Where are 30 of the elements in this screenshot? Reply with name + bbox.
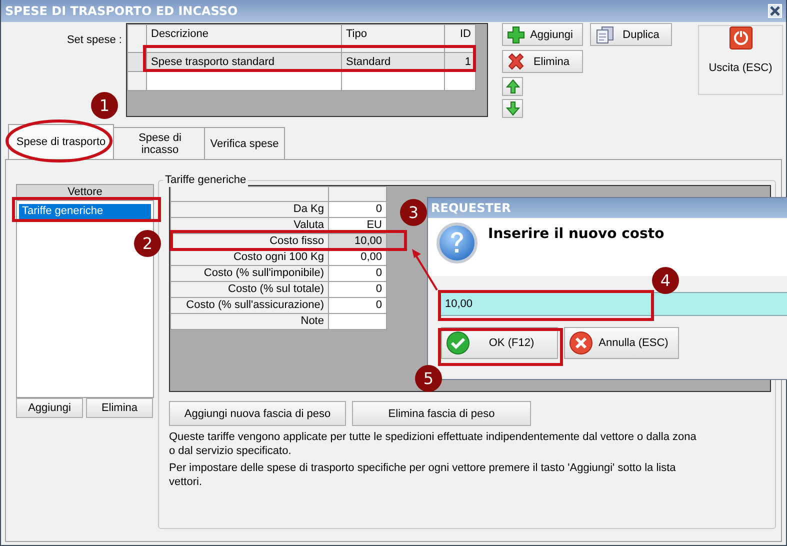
- duplicate-button[interactable]: Duplica: [590, 23, 672, 46]
- add-band-button[interactable]: Aggiungi nuova fascia di peso: [169, 401, 346, 426]
- value-cell[interactable]: 0: [328, 266, 386, 282]
- delete-band-button[interactable]: Elimina fascia di peso: [352, 401, 531, 426]
- add-button[interactable]: Aggiungi: [502, 23, 583, 46]
- row-label: Costo (% sull'imponibile): [170, 266, 328, 282]
- table-row[interactable]: Spese trasporto standard Standard 1: [128, 52, 476, 72]
- row-label: Costo (% sul totale): [170, 282, 328, 298]
- value-cell[interactable]: 0: [328, 282, 386, 298]
- tab[interactable]: Verifica spese: [204, 127, 285, 159]
- value-cell[interactable]: 0: [328, 202, 386, 218]
- delete-button[interactable]: Elimina: [502, 50, 583, 73]
- value-cell[interactable]: 0: [328, 298, 386, 314]
- cancel-button[interactable]: Annulla (ESC): [564, 327, 679, 359]
- row-label: Note: [170, 314, 328, 330]
- window-title: SPESE DI TRASPORTO ED INCASSO: [5, 4, 239, 18]
- add-button[interactable]: Aggiungi: [16, 398, 83, 418]
- info-text: Queste tariffe vengono applicate per tutte le spedizioni effettuate indipendentemente dal vettore o dalla zona o dal servizio specificato.: [169, 430, 698, 458]
- group-title: Tariffe generiche: [163, 173, 248, 187]
- input-field[interactable]: 10,00: [440, 292, 787, 316]
- ok-button[interactable]: OK (F12): [441, 327, 558, 359]
- dialog-message: Inserire il nuovo costo: [488, 225, 664, 244]
- dialog-title: REQUESTER: [428, 198, 787, 218]
- exit-button[interactable]: Uscita (ESC): [698, 25, 783, 95]
- delete-button[interactable]: Elimina: [86, 398, 153, 418]
- field-label: Set spese :: [66, 34, 122, 46]
- list-item[interactable]: Tariffe generiche: [19, 204, 151, 219]
- row-label: Costo (% sull'assicurazione): [170, 298, 328, 314]
- info-text: Per impostare delle spese di trasporto specifiche per ogni vettore premere il tasto 'Aggiungi' sotto la lista vettori.: [169, 461, 677, 489]
- row-label: Da Kg: [170, 202, 328, 218]
